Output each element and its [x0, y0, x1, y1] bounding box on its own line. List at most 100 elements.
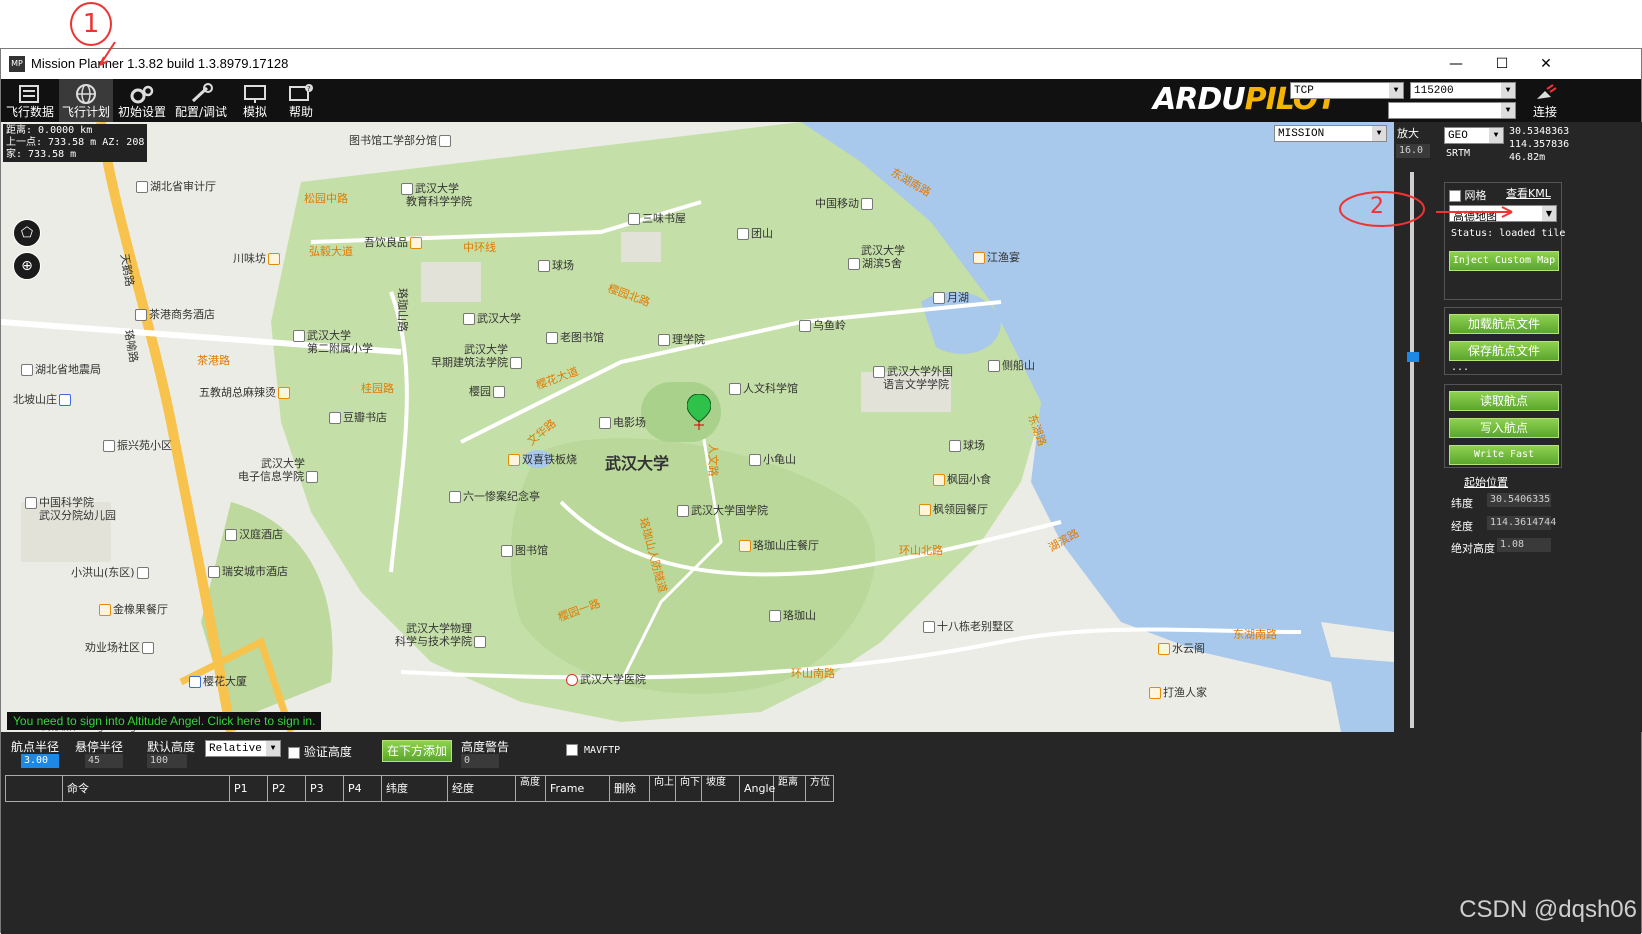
tab-initial-setup[interactable]: 初始设置	[115, 79, 169, 122]
save-waypoint-file-button[interactable]: 保存航点文件	[1449, 341, 1559, 361]
waypoint-file-group: 加载航点文件 保存航点文件 ...	[1444, 307, 1562, 375]
map-marker-icon[interactable]	[687, 394, 711, 430]
connect-button[interactable]: 连接	[1523, 79, 1567, 122]
column-header[interactable]: 向下	[676, 776, 702, 801]
map-label: 水云阁	[1156, 640, 1205, 656]
checkbox-box[interactable]	[288, 746, 300, 759]
column-header[interactable]: 高度	[516, 776, 546, 801]
map-label: 科学与技术学院	[395, 633, 488, 649]
wuhan-university-label: 武汉大学	[605, 454, 670, 473]
map-provider-value: 高德地图	[1453, 210, 1497, 223]
column-header[interactable]: 方位	[806, 776, 833, 801]
map-provider-select[interactable]: 高德地图 ▼	[1449, 205, 1557, 223]
write-fast-button[interactable]: Write Fast	[1449, 445, 1559, 465]
map-label: 双喜铁板烧	[506, 451, 577, 467]
right-panel: 放大 16.0 GEO ▼ 30.5348363 114.357836 46.82…	[1394, 122, 1642, 749]
connect-label: 连接	[1532, 105, 1557, 119]
mavftp-checkbox[interactable]: MAVFTP	[566, 744, 620, 756]
chevron-down-icon: ▼	[1389, 83, 1403, 98]
zoom-slider-thumb[interactable]	[1407, 352, 1419, 362]
polygon-tool-button[interactable]: ⬠	[13, 219, 41, 247]
distance-hud: 距离: 0.0000 km 上一点: 733.58 m AZ: 208 家: 7…	[3, 124, 148, 162]
write-waypoints-button[interactable]: 写入航点	[1449, 418, 1559, 438]
column-header[interactable]: Frame	[546, 776, 610, 801]
minimize-button[interactable]: —	[1433, 49, 1479, 79]
checkbox-box[interactable]	[1449, 190, 1461, 202]
waypoint-transfer-group: 读取航点 写入航点 Write Fast	[1444, 384, 1562, 468]
svg-text:?: ?	[307, 85, 311, 93]
loiter-radius-input[interactable]: 45	[85, 754, 123, 768]
grid-checkbox[interactable]: 网格	[1449, 187, 1487, 203]
map-label: 教育科学学院	[406, 195, 472, 208]
column-header[interactable]	[6, 776, 63, 801]
column-header[interactable]: P1	[230, 776, 268, 801]
column-header[interactable]: 删除	[610, 776, 650, 801]
tab-config-tuning[interactable]: 配置/调试	[171, 79, 231, 122]
tab-flight-plan[interactable]: 飞行计划	[59, 79, 113, 122]
coordinate-mode-select[interactable]: GEO ▼	[1444, 127, 1504, 144]
map-label: 吾饮良品	[364, 234, 424, 250]
hud-distance: 距离: 0.0000 km	[6, 125, 93, 136]
wp-radius-label: 航点半径	[11, 740, 60, 754]
map-label: 金橡果餐厅	[97, 601, 168, 617]
altitude-mode-select[interactable]: Relative ▼	[205, 740, 281, 757]
map-label: 团山	[735, 225, 773, 241]
map-label: 川味坊	[233, 250, 282, 266]
column-header[interactable]: 经度	[448, 776, 516, 801]
zoom-tool-button[interactable]: ⊕	[13, 252, 41, 280]
zoom-label: 放大	[1397, 127, 1419, 140]
main-toolbar: 飞行数据 飞行计划 初始设置 配置/调试 模拟 ? 帮助 ARDUPILOT T…	[1, 79, 1641, 122]
column-header[interactable]: 向上	[650, 776, 676, 801]
more-options[interactable]: ...	[1451, 362, 1469, 373]
column-header[interactable]: 命令	[63, 776, 230, 801]
home-alt-input[interactable]: 1.08	[1497, 538, 1551, 552]
alt-warning-input[interactable]: 0	[461, 754, 499, 768]
verify-height-checkbox[interactable]: 验证高度	[288, 743, 352, 760]
column-header[interactable]: P4	[344, 776, 382, 801]
map-label: 瑞安城市酒店	[206, 563, 288, 579]
tab-flight-data[interactable]: 飞行数据	[3, 79, 57, 122]
column-header[interactable]: P3	[306, 776, 344, 801]
connection-type-select[interactable]: TCP ▼	[1290, 82, 1404, 99]
map-label: 球场	[947, 437, 985, 453]
chevron-down-icon: ▼	[1489, 128, 1503, 143]
view-kml-link[interactable]: 查看KML	[1506, 185, 1551, 201]
inject-custom-map-button[interactable]: Inject Custom Map	[1449, 251, 1559, 271]
zoom-slider-track[interactable]	[1410, 172, 1414, 728]
connection-extra-select[interactable]: ▼	[1388, 102, 1516, 119]
home-lat-input[interactable]: 30.5406335	[1487, 493, 1551, 507]
mission-mode-select[interactable]: MISSION ▼	[1274, 125, 1387, 142]
read-waypoints-button[interactable]: 读取航点	[1449, 391, 1559, 411]
chevron-down-icon: ▼	[266, 741, 280, 756]
load-waypoint-file-button[interactable]: 加载航点文件	[1449, 314, 1559, 334]
home-location-link[interactable]: 起始位置	[1464, 474, 1508, 490]
default-alt-input[interactable]: 100	[147, 754, 187, 768]
map-label: 汉庭酒店	[223, 526, 283, 542]
road-label: 松园中路	[304, 192, 348, 205]
tab-simulation[interactable]: 模拟	[233, 79, 277, 122]
maximize-button[interactable]: ☐	[1479, 49, 1525, 79]
close-button[interactable]: ✕	[1523, 49, 1569, 79]
altitude-angel-sign-in-link[interactable]: You need to sign into Altitude Angel. Cl…	[7, 712, 322, 730]
column-header[interactable]: Angle	[740, 776, 775, 801]
column-header[interactable]: 坡度	[702, 776, 740, 801]
column-header[interactable]: 纬度	[382, 776, 448, 801]
tile-status: Status: loaded tile	[1451, 228, 1566, 239]
help-icon: ?	[289, 84, 313, 101]
column-header[interactable]: P2	[268, 776, 306, 801]
baud-rate-select[interactable]: 115200 ▼	[1410, 82, 1516, 99]
checkbox-box[interactable]	[566, 744, 578, 756]
zoom-value-input[interactable]: 16.0	[1396, 144, 1430, 158]
home-lon-input[interactable]: 114.3614744	[1487, 516, 1556, 530]
home-lat-label: 纬度	[1451, 497, 1473, 510]
map-label: 东湖南路	[1233, 628, 1277, 641]
wp-radius-input[interactable]: 3.00	[21, 754, 59, 768]
column-header[interactable]: 距离	[774, 776, 806, 801]
map-label: 武汉分院幼儿园	[39, 509, 116, 522]
tab-help[interactable]: ? 帮助	[279, 79, 323, 122]
map-label: 月湖	[931, 289, 969, 305]
hud-home: 家: 733.58 m	[6, 149, 77, 160]
add-below-button[interactable]: 在下方添加	[382, 740, 452, 762]
map-label: 球场	[536, 257, 574, 273]
map-view[interactable]: 距离: 0.0000 km 上一点: 733.58 m AZ: 208 家: 7…	[1, 122, 1394, 732]
